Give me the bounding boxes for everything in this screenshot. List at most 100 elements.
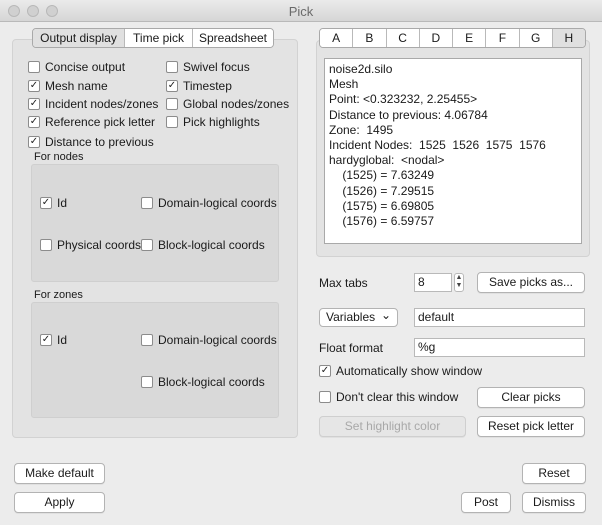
max-tabs-input[interactable]: 8 — [414, 273, 452, 292]
checkbox-label: Block-logical coords — [158, 238, 265, 252]
for-nodes-label: For nodes — [34, 151, 84, 163]
output-line: noise2d.silo — [329, 62, 393, 76]
checkbox-label: Incident nodes/zones — [45, 97, 159, 111]
reset-pick-letter-button[interactable]: Reset pick letter — [477, 416, 585, 437]
checkbox-box: ✓ — [166, 80, 178, 92]
pick-tab-c[interactable]: C — [386, 29, 420, 47]
checkbox-label: Swivel focus — [183, 60, 250, 74]
output-line: Distance to previous: 4.06784 — [329, 107, 488, 122]
tab-spreadsheet[interactable]: Spreadsheet — [193, 29, 273, 47]
pick-output-text[interactable]: noise2d.silo Mesh Point: <0.323232, 2.25… — [324, 58, 582, 244]
output-line: (1576) = 6.59757 — [329, 214, 435, 229]
for-zones-label: For zones — [34, 289, 83, 301]
auto-show-window-checkbox[interactable]: ✓ Automatically show window — [319, 364, 482, 378]
save-picks-button[interactable]: Save picks as... — [477, 272, 585, 293]
window-title: Pick — [288, 4, 314, 19]
checkbox-box — [166, 61, 178, 73]
nodes-id-checkbox[interactable]: ✓ Id — [40, 196, 67, 210]
left-tab-bar: Output display Time pick Spreadsheet — [32, 28, 274, 48]
checkbox-label: Block-logical coords — [158, 375, 265, 389]
checkbox-label: Timestep — [183, 79, 232, 93]
zones-domain-logical-checkbox[interactable]: Domain-logical coords — [141, 333, 277, 347]
checkbox-box — [166, 116, 178, 128]
checkbox-label: Physical coords — [57, 238, 142, 252]
mesh-name-checkbox[interactable]: ✓ Mesh name — [28, 79, 108, 93]
checkbox-box: ✓ — [28, 80, 40, 92]
concise-output-checkbox[interactable]: Concise output — [28, 60, 125, 74]
output-line: Point: <0.323232, 2.25455> — [329, 92, 478, 107]
checkbox-box — [319, 391, 331, 403]
swivel-focus-checkbox[interactable]: Swivel focus — [166, 60, 250, 74]
zones-id-checkbox[interactable]: ✓ Id — [40, 333, 67, 347]
checkbox-label: Concise output — [45, 60, 126, 74]
title-bar: Pick — [0, 0, 602, 22]
nodes-block-logical-checkbox[interactable]: Block-logical coords — [141, 238, 265, 252]
tab-time-pick[interactable]: Time pick — [125, 29, 193, 47]
checkbox-label: Global nodes/zones — [183, 97, 290, 111]
checkbox-box: ✓ — [40, 334, 52, 346]
output-line: hardyglobal: <nodal> — [329, 153, 445, 168]
dismiss-button[interactable]: Dismiss — [522, 492, 586, 513]
checkbox-label: Id — [57, 333, 68, 347]
checkbox-label: Reference pick letter — [45, 115, 156, 129]
float-format-label: Float format — [319, 341, 384, 355]
tab-output-display[interactable]: Output display — [33, 29, 125, 47]
reset-button[interactable]: Reset — [522, 463, 586, 484]
checkbox-label: Domain-logical coords — [158, 196, 277, 210]
stepper-down-icon[interactable]: ▼ — [455, 282, 463, 290]
checkbox-box: ✓ — [40, 197, 52, 209]
variables-input[interactable]: default — [414, 308, 585, 327]
output-line: (1526) = 7.29515 — [329, 183, 435, 198]
pick-tab-e[interactable]: E — [453, 29, 487, 47]
distance-to-previous-checkbox[interactable]: ✓ Distance to previous — [28, 135, 154, 149]
checkbox-box — [141, 376, 153, 388]
checkbox-box — [40, 239, 52, 251]
checkbox-label: Don't clear this window — [336, 390, 459, 404]
checkbox-label: Distance to previous — [45, 135, 154, 149]
pick-tab-f[interactable]: F — [486, 29, 520, 47]
timestep-checkbox[interactable]: ✓ Timestep — [166, 79, 232, 93]
max-tabs-label: Max tabs — [319, 276, 368, 290]
set-highlight-color-button[interactable]: Set highlight color — [319, 416, 466, 437]
dont-clear-window-checkbox[interactable]: Don't clear this window — [319, 390, 458, 404]
nodes-physical-checkbox[interactable]: Physical coords — [40, 238, 141, 252]
nodes-domain-logical-checkbox[interactable]: Domain-logical coords — [141, 196, 277, 210]
clear-picks-button[interactable]: Clear picks — [477, 387, 585, 408]
for-zones-group — [31, 302, 279, 418]
checkbox-box — [166, 98, 178, 110]
checkbox-box — [141, 239, 153, 251]
pick-tab-a[interactable]: A — [320, 29, 354, 47]
checkbox-label: Pick highlights — [183, 115, 260, 129]
float-format-input[interactable]: %g — [414, 338, 585, 357]
incident-nodes-checkbox[interactable]: ✓ Incident nodes/zones — [28, 97, 158, 111]
reference-pick-letter-checkbox[interactable]: ✓ Reference pick letter — [28, 115, 155, 129]
pick-tab-bar: A B C D E F G H — [319, 28, 586, 48]
apply-button[interactable]: Apply — [14, 492, 105, 513]
checkbox-label: Id — [57, 196, 68, 210]
chevron-down-icon: ⌄ — [380, 308, 391, 322]
checkbox-box: ✓ — [319, 365, 331, 377]
output-line: Incident Nodes: 1525 1526 1575 1576 — [329, 138, 546, 153]
pick-tab-b[interactable]: B — [353, 29, 387, 47]
checkbox-label: Domain-logical coords — [158, 333, 277, 347]
checkbox-box: ✓ — [28, 98, 40, 110]
pick-highlights-checkbox[interactable]: Pick highlights — [166, 115, 260, 129]
variables-selected: Variables — [326, 310, 376, 324]
checkbox-box: ✓ — [28, 116, 40, 128]
checkbox-box: ✓ — [28, 136, 40, 148]
pick-tab-d[interactable]: D — [419, 29, 453, 47]
stepper-up-icon[interactable]: ▲ — [455, 274, 463, 282]
zones-block-logical-checkbox[interactable]: Block-logical coords — [141, 375, 265, 389]
pick-tab-g[interactable]: G — [519, 29, 553, 47]
make-default-button[interactable]: Make default — [14, 463, 105, 484]
post-button[interactable]: Post — [461, 492, 511, 513]
global-nodes-checkbox[interactable]: Global nodes/zones — [166, 97, 289, 111]
max-tabs-stepper[interactable]: ▲ ▼ — [454, 273, 464, 292]
output-line: Zone: 1495 — [329, 122, 394, 137]
checkbox-box — [141, 334, 153, 346]
for-nodes-group — [31, 164, 279, 282]
pick-tab-h[interactable]: H — [552, 29, 585, 47]
variables-dropdown[interactable]: Variables ⌄ — [319, 308, 398, 327]
checkbox-box — [141, 197, 153, 209]
output-line: (1525) = 7.63249 — [329, 168, 435, 183]
